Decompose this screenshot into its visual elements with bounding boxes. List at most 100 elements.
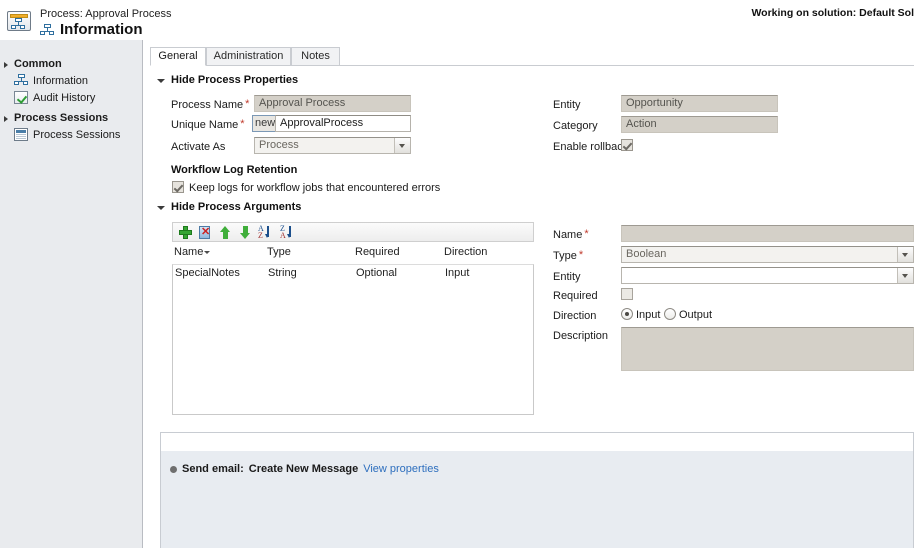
chevron-down-icon[interactable] bbox=[897, 247, 913, 262]
section-header-process-arguments[interactable]: Hide Process Arguments bbox=[156, 201, 301, 213]
chevron-down-icon bbox=[156, 202, 167, 213]
workflow-designer-toolbar-area bbox=[161, 433, 913, 451]
sidebar-item-label: Process Sessions bbox=[33, 128, 121, 141]
column-header-direction[interactable]: Direction bbox=[444, 246, 487, 258]
label-unique-name: Unique Name * bbox=[171, 119, 245, 132]
cell-name: SpecialNotes bbox=[175, 267, 240, 279]
tab-bar: General Administration Notes bbox=[150, 47, 914, 66]
label-category: Category bbox=[553, 120, 598, 132]
sidebar-item-label: Audit History bbox=[33, 91, 96, 104]
arguments-column-headers: Name Type Required Direction bbox=[172, 246, 534, 264]
label-argument-type: Type * bbox=[553, 249, 584, 263]
unique-name-prefix: new_ bbox=[252, 115, 276, 132]
entity-input[interactable]: Opportunity bbox=[621, 95, 778, 112]
view-properties-link[interactable]: View properties bbox=[363, 463, 439, 475]
argument-type-value: Boolean bbox=[626, 248, 667, 260]
process-sessions-icon bbox=[14, 128, 28, 141]
argument-description-textarea[interactable] bbox=[621, 327, 914, 371]
direction-input-label: Input bbox=[636, 309, 661, 321]
main-content: General Administration Notes Hide Proces… bbox=[144, 40, 914, 548]
label-argument-name: Name * bbox=[553, 229, 589, 242]
sort-za-icon[interactable]: ZA bbox=[280, 224, 297, 240]
sort-az-icon[interactable]: AZ bbox=[258, 224, 275, 240]
delete-icon[interactable] bbox=[198, 225, 213, 240]
argument-name-input[interactable] bbox=[621, 225, 914, 242]
category-input[interactable]: Action bbox=[621, 116, 778, 133]
process-flow-small-icon bbox=[14, 74, 28, 87]
tab-notes[interactable]: Notes bbox=[291, 47, 340, 66]
column-header-name[interactable]: Name bbox=[174, 246, 211, 258]
arguments-toolbar: AZ ZA bbox=[172, 222, 534, 242]
sidebar-group-header-common[interactable]: Common bbox=[0, 56, 143, 72]
label-text: Type bbox=[553, 250, 577, 262]
label-argument-entity: Entity bbox=[553, 271, 581, 283]
page-header: Process: Approval Process Information Wo… bbox=[0, 0, 914, 40]
arguments-rows-container: SpecialNotes String Optional Input bbox=[172, 264, 534, 415]
tab-general[interactable]: General bbox=[150, 47, 206, 66]
table-row[interactable]: SpecialNotes String Optional Input bbox=[173, 265, 533, 283]
chevron-down-icon bbox=[156, 75, 167, 86]
label-argument-description: Description bbox=[553, 330, 609, 342]
label-enable-rollback: Enable rollback bbox=[553, 141, 629, 153]
keep-logs-label: Keep logs for workflow jobs that encount… bbox=[189, 182, 441, 194]
sidebar-group-process-sessions: Process Sessions Process Sessions bbox=[0, 110, 143, 143]
process-flow-icon bbox=[7, 11, 33, 33]
step-value: Create New Message bbox=[248, 463, 359, 475]
cell-direction: Input bbox=[445, 267, 470, 279]
label-argument-required: Required bbox=[553, 290, 598, 302]
workflow-steps-area: Send email: Create New Message View prop… bbox=[161, 451, 913, 548]
tab-administration[interactable]: Administration bbox=[206, 47, 291, 66]
collapse-arrow-icon bbox=[3, 60, 12, 69]
section-label: Hide Process Arguments bbox=[171, 201, 302, 213]
page-title-row: Information bbox=[40, 21, 143, 38]
enable-rollback-checkbox[interactable] bbox=[621, 139, 633, 151]
process-arguments-grid: AZ ZA Name Type Required Direction Speci… bbox=[172, 222, 534, 415]
sidebar-item-audit-history[interactable]: Audit History bbox=[0, 89, 143, 106]
sidebar-group-label: Process Sessions bbox=[14, 112, 109, 124]
direction-input-radio[interactable] bbox=[621, 308, 633, 320]
process-flow-small-icon bbox=[40, 23, 54, 36]
section-header-process-properties[interactable]: Hide Process Properties bbox=[156, 74, 298, 86]
label-argument-direction: Direction bbox=[553, 310, 597, 322]
label-text: Unique Name bbox=[171, 119, 239, 131]
sidebar-item-process-sessions[interactable]: Process Sessions bbox=[0, 126, 143, 143]
cell-type: String bbox=[268, 267, 297, 279]
breadcrumb: Process: Approval Process bbox=[40, 8, 172, 20]
required-marker: * bbox=[245, 98, 250, 110]
direction-output-radio[interactable] bbox=[664, 308, 676, 320]
solution-status: Working on solution: Default Sol bbox=[751, 7, 914, 19]
activate-as-select[interactable]: Process bbox=[254, 137, 411, 154]
workflow-log-retention-heading: Workflow Log Retention bbox=[171, 164, 298, 176]
label-process-name: Process Name * bbox=[171, 98, 250, 112]
unique-name-input[interactable]: ApprovalProcess bbox=[275, 115, 411, 132]
keep-logs-checkbox[interactable] bbox=[172, 181, 184, 193]
audit-history-icon bbox=[14, 91, 28, 104]
chevron-down-icon[interactable] bbox=[897, 268, 913, 283]
workflow-step-send-email[interactable]: Send email: Create New Message View prop… bbox=[170, 463, 439, 475]
process-name-input[interactable]: Approval Process bbox=[254, 95, 411, 112]
plus-icon[interactable] bbox=[178, 225, 193, 240]
column-header-type[interactable]: Type bbox=[267, 246, 291, 258]
argument-type-select[interactable]: Boolean bbox=[621, 246, 914, 263]
section-label: Hide Process Properties bbox=[171, 74, 299, 86]
workflow-designer-panel: Send email: Create New Message View prop… bbox=[160, 432, 914, 548]
sidebar-group-header-process-sessions[interactable]: Process Sessions bbox=[0, 110, 143, 126]
sidebar-item-information[interactable]: Information bbox=[0, 72, 143, 89]
label-activate-as: Activate As bbox=[171, 141, 226, 153]
chevron-down-icon[interactable] bbox=[394, 138, 410, 153]
step-label: Send email: bbox=[182, 463, 244, 475]
sidebar-group-label: Common bbox=[14, 58, 62, 70]
required-marker: * bbox=[578, 249, 584, 261]
label-entity: Entity bbox=[553, 99, 581, 111]
argument-entity-select[interactable] bbox=[621, 267, 914, 284]
column-header-required[interactable]: Required bbox=[355, 246, 400, 258]
arrow-up-icon[interactable] bbox=[218, 225, 233, 240]
arrow-down-icon[interactable] bbox=[238, 225, 253, 240]
label-text: Process Name bbox=[171, 99, 244, 111]
label-text: Name bbox=[553, 229, 583, 241]
cell-required: Optional bbox=[356, 267, 397, 279]
sidebar-group-common: Common Information Audit History bbox=[0, 56, 143, 106]
sort-caret-icon bbox=[204, 250, 211, 254]
activate-as-value: Process bbox=[259, 139, 299, 151]
argument-required-checkbox[interactable] bbox=[621, 288, 633, 300]
